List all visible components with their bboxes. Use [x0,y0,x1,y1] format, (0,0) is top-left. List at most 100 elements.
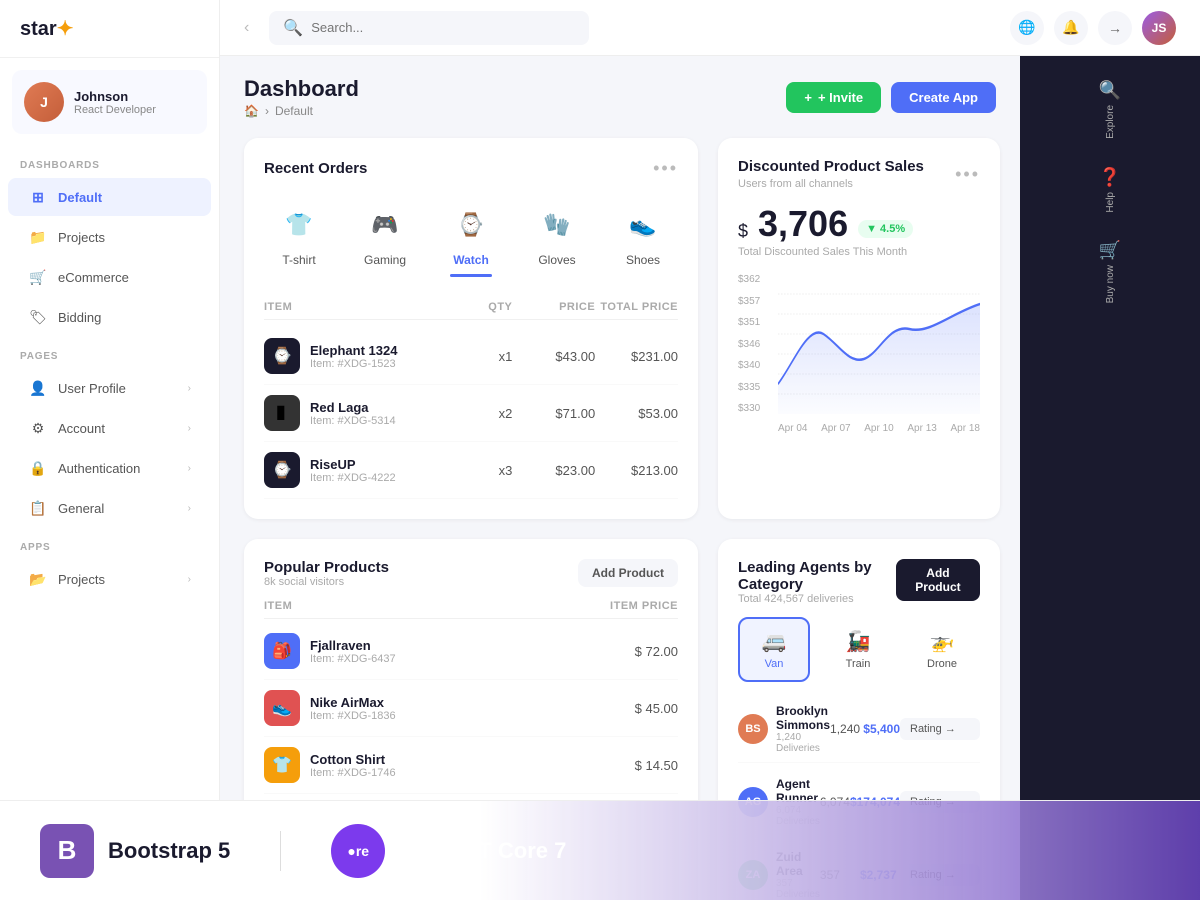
tab-train[interactable]: 🚂 Train [822,617,894,682]
logo-name: star [20,18,57,40]
user-role: React Developer [74,104,156,116]
van-icon: 🚐 [762,629,787,654]
item-details: Fjallraven Item: #XDG-6437 [310,638,396,665]
agents-subtitle: Total 424,567 deliveries [738,593,896,605]
help-panel-item[interactable]: ❓ Help [1020,153,1200,227]
user-profile-icon: 👤 [28,378,48,398]
arrow-icon: › [188,574,191,585]
sidebar-item-account[interactable]: ⚙ Account › [8,409,211,447]
collapse-button[interactable]: ‹ [244,19,249,37]
sidebar-item-bidding[interactable]: 🏷 Bidding [8,298,211,336]
projects-app-icon: 📂 [28,569,48,589]
arrow-icon: › [188,463,191,474]
auth-icon: 🔒 [28,458,48,478]
sales-dollar-sign: $ [738,221,748,242]
bottom-overlay: B Bootstrap 5 ●re ASP.NET Core 7 [0,800,1200,900]
default-icon: ⊞ [28,187,48,207]
tab-watch[interactable]: ⌚ Watch [436,195,506,275]
discounted-sales-subtitle: Users from all channels [738,178,924,190]
section-label-dashboards: DASHBOARDS [0,146,219,177]
notification-button[interactable]: 🔔 [1054,11,1088,45]
tab-drone[interactable]: 🚁 Drone [906,617,978,682]
add-agent-product-button[interactable]: Add Product [896,559,980,601]
sidebar-item-label: Default [58,190,191,205]
watch-icon: ⌚ [449,203,493,247]
sidebar-item-user-profile[interactable]: 👤 User Profile › [8,369,211,407]
products-header: Popular Products 8k social visitors Add … [264,559,678,588]
sidebar-item-projects[interactable]: 📁 Projects [8,218,211,256]
add-product-button[interactable]: Add Product [578,559,678,587]
sidebar-item-label: Authentication [58,461,178,476]
help-label: Help [1105,192,1116,213]
sidebar-item-label: General [58,501,178,516]
item-product-icon: ▊ [264,395,300,431]
page-header: Dashboard 🏠 › Default + + Invite Create … [244,76,996,118]
tab-tshirt[interactable]: 👕 T-shirt [264,195,334,275]
table-row: 👟 Nike AirMax Item: #XDG-1836 $ 45.00 [264,680,678,737]
popular-products-title: Popular Products [264,559,389,576]
item-info: ⌚ Elephant 1324 Item: #XDG-1523 [264,338,430,374]
more-options-button[interactable]: ••• [653,158,678,179]
agents-title-area: Leading Agents by Category Total 424,567… [738,559,896,605]
sales-badge: ▼ 4.5% [858,220,913,238]
item-details: RiseUP Item: #XDG-4222 [310,457,396,484]
tab-gloves[interactable]: 🧤 Gloves [522,195,592,275]
arrow-button[interactable]: → [1098,11,1132,45]
tab-gaming[interactable]: 🎮 Gaming [350,195,420,275]
chart-y-labels: $362 $357 $351 $346 $340 $335 $330 [738,274,760,414]
recent-orders-card: Recent Orders ••• 👕 T-shirt 🎮 Gaming [244,138,698,519]
table-row: 🎒 Fjallraven Item: #XDG-6437 $ 72.00 [264,623,678,680]
item-details: Red Laga Item: #XDG-5314 [310,400,396,427]
agents-title: Leading Agents by Category [738,559,896,593]
create-app-button[interactable]: Create App [891,82,996,113]
user-info: Johnson React Developer [74,89,156,116]
item-details: Nike AirMax Item: #XDG-1836 [310,695,396,722]
sales-amount: $ 3,706 ▼ 4.5% [738,206,980,242]
discounted-more-button[interactable]: ••• [955,164,980,185]
search-input[interactable] [311,20,575,35]
explore-icon: 🔍 [1099,80,1121,101]
discounted-sales-title: Discounted Product Sales [738,158,924,175]
logo-star-icon: ✦ [57,18,74,40]
search-icon: 🔍 [283,18,303,38]
sidebar-item-projects-app[interactable]: 📂 Projects › [8,560,211,598]
list-item: BS Brooklyn Simmons 1,240 Deliveries 1,2… [738,696,980,763]
sidebar-item-ecommerce[interactable]: 🛒 eCommerce [8,258,211,296]
topbar-avatar[interactable]: JS [1142,11,1176,45]
sidebar-item-authentication[interactable]: 🔒 Authentication › [8,449,211,487]
order-tabs: 👕 T-shirt 🎮 Gaming ⌚ Watch 🧤 [264,195,678,275]
product-icon: 👟 [264,690,300,726]
sales-chart: $362 $357 $351 $346 $340 $335 $330 [738,274,980,434]
bootstrap-badge: B Bootstrap 5 [40,824,230,878]
home-icon: 🏠 [244,104,259,118]
user-card[interactable]: J Johnson React Developer [12,70,207,134]
invite-button[interactable]: + + Invite [786,82,881,113]
logo-area: star✦ [0,0,219,58]
help-icon: ❓ [1099,167,1121,188]
arrow-icon: › [188,383,191,394]
divider [280,831,281,871]
sales-description: Total Discounted Sales This Month [738,246,980,258]
buy-now-panel-item[interactable]: 🛒 Buy now [1020,226,1200,317]
item-details: Elephant 1324 Item: #XDG-1523 [310,343,397,370]
sidebar-item-label: Account [58,421,178,436]
item-product-icon: ⌚ [264,338,300,374]
shoes-icon: 👟 [621,203,665,247]
category-tabs: 🚐 Van 🚂 Train 🚁 Drone [738,617,980,682]
sidebar-item-label: Projects [58,572,178,587]
discounted-sales-card: Discounted Product Sales Users from all … [718,138,1000,519]
tab-shoes[interactable]: 👟 Shoes [608,195,678,275]
rating-button[interactable]: Rating → [900,718,980,740]
sidebar-item-default[interactable]: ⊞ Default [8,178,211,216]
sidebar-item-label: Bidding [58,310,191,325]
logo-text: star✦ [20,16,73,41]
item-product-icon: ⌚ [264,452,300,488]
globe-button[interactable]: 🌐 [1010,11,1044,45]
arrow-icon: › [188,503,191,514]
sidebar-item-label: Projects [58,230,191,245]
bidding-icon: 🏷 [28,307,48,327]
sidebar-item-general[interactable]: 📋 General › [8,489,211,527]
explore-panel-item[interactable]: 🔍 Explore [1020,66,1200,153]
tab-van[interactable]: 🚐 Van [738,617,810,682]
buy-now-label: Buy now [1105,265,1116,303]
